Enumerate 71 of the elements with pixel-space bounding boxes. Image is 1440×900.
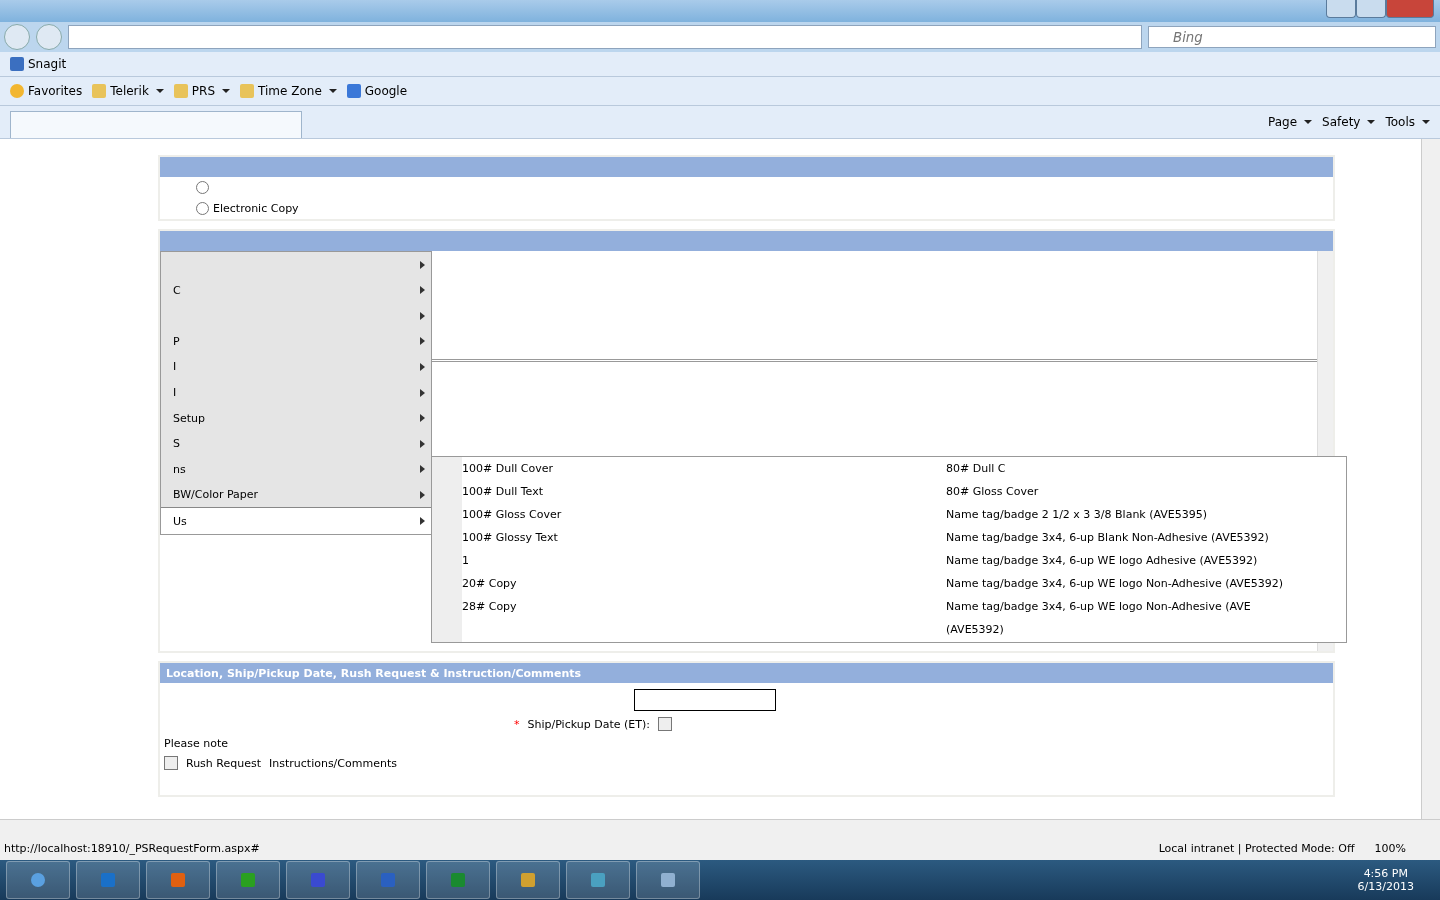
taskbar-app-icon[interactable] — [566, 861, 630, 899]
minimize-button[interactable] — [1326, 0, 1356, 18]
caret-icon — [1422, 120, 1430, 124]
address-field[interactable] — [68, 25, 1142, 49]
caret-icon — [1304, 120, 1313, 124]
submenu-item[interactable]: 80# Dull C — [946, 457, 1346, 480]
caret-icon — [222, 89, 231, 93]
favorites-link[interactable]: Google — [346, 84, 408, 98]
note-text: Please note — [164, 737, 229, 750]
menu-item[interactable]: I — [161, 379, 431, 406]
submenu-item[interactable]: 100# Glossy Text — [462, 526, 946, 549]
section-header: Location, Ship/Pickup Date, Rush Request & Instruction/Comments — [160, 663, 1333, 683]
favorites-button[interactable]: Favorites — [10, 84, 83, 98]
date-label: Ship/Pickup Date (ET): — [527, 717, 650, 731]
required-mark: * — [514, 717, 520, 731]
menu-item[interactable]: Setup — [161, 405, 431, 431]
search-field[interactable]: Bing — [1148, 26, 1436, 48]
submenu-item[interactable]: Name tag/badge 3x4, 6-up Blank Non-Adhesive (AVE5392) — [946, 526, 1346, 549]
taskbar-app-icon[interactable] — [636, 861, 700, 899]
submenu-item[interactable]: Name tag/badge 3x4, 6-up WE logo Adhesive (AVE5392) — [946, 549, 1346, 572]
menu-item[interactable]: ns — [161, 456, 431, 482]
submenu-item[interactable]: 100# Dull Cover — [462, 457, 946, 480]
submenu-item[interactable]: 20# Copy — [462, 572, 946, 595]
taskbar-app-icon[interactable] — [356, 861, 420, 899]
favorites-folder[interactable]: Telerik — [92, 84, 164, 98]
taskbar-app-icon[interactable] — [216, 861, 280, 899]
start-button[interactable] — [6, 861, 70, 899]
checkbox[interactable] — [164, 756, 178, 770]
menu-item[interactable]: S — [161, 430, 431, 457]
caret-icon — [1367, 120, 1376, 124]
taskbar-app-icon[interactable] — [146, 861, 210, 899]
taskbar-app-icon[interactable] — [76, 861, 140, 899]
zone-text: Local intranet | Protected Mode: Off — [1158, 841, 1355, 855]
horizontal-scrollbar[interactable] — [0, 819, 1440, 836]
command-menu[interactable]: Page — [1268, 115, 1313, 129]
comments-label: Instructions/Comments — [269, 756, 397, 770]
back-button[interactable] — [4, 24, 30, 50]
submenu-item[interactable]: 100# Gloss Cover — [462, 503, 946, 526]
submenu-item[interactable]: Name tag/badge 2 1/2 x 3 3/8 Blank (AVE5395) — [946, 503, 1346, 526]
menu-item[interactable]: P — [161, 328, 431, 355]
toolbar-button[interactable]: Snagit — [10, 57, 67, 71]
command-menu[interactable]: Tools — [1385, 115, 1430, 129]
zoom-level[interactable]: 100% — [1374, 841, 1436, 855]
taskbar-app-icon[interactable] — [286, 861, 350, 899]
submenu-item[interactable]: (AVE5392) — [946, 618, 1346, 641]
checkbox[interactable] — [657, 717, 672, 731]
restore-button[interactable] — [1356, 0, 1386, 18]
favorites-folder[interactable]: Time Zone — [240, 84, 337, 98]
taskbar-app-icon[interactable] — [496, 861, 560, 899]
submenu-item[interactable]: 80# Gloss Cover — [946, 480, 1346, 503]
menu-item[interactable]: I — [161, 354, 431, 380]
menu-item[interactable]: C — [161, 277, 431, 304]
submenu-item[interactable]: 28# Copy — [462, 595, 946, 618]
page-scrollbar[interactable] — [1421, 139, 1440, 819]
rush-label: Rush Request — [186, 756, 261, 770]
command-menu[interactable]: Safety — [1322, 115, 1376, 129]
menu-item[interactable]: BW/Color Paper — [161, 481, 431, 508]
taskbar-app-icon[interactable] — [426, 861, 490, 899]
submenu-item[interactable]: 1 — [462, 549, 946, 572]
browser-tab[interactable] — [10, 110, 302, 138]
submenu-item[interactable]: Name tag/badge 3x4, 6-up WE logo Non-Adhesive (AVE5392) — [946, 572, 1346, 595]
caret-icon — [328, 89, 337, 93]
menu-item[interactable]: Us — [161, 507, 431, 534]
caret-icon — [155, 89, 164, 93]
location-field[interactable] — [634, 689, 776, 711]
submenu-item[interactable]: Name tag/badge 3x4, 6-up WE logo Non-Adhesive (AVE — [946, 595, 1346, 618]
clock[interactable]: 4:56 PM 6/13/2013 — [1357, 867, 1434, 893]
forward-button[interactable] — [36, 24, 62, 50]
favorites-folder[interactable]: PRS — [173, 84, 231, 98]
submenu-item[interactable]: 100# Dull Text — [462, 480, 946, 503]
status-url: http://localhost:18910/_PSRequestForm.aspx# — [4, 841, 261, 855]
